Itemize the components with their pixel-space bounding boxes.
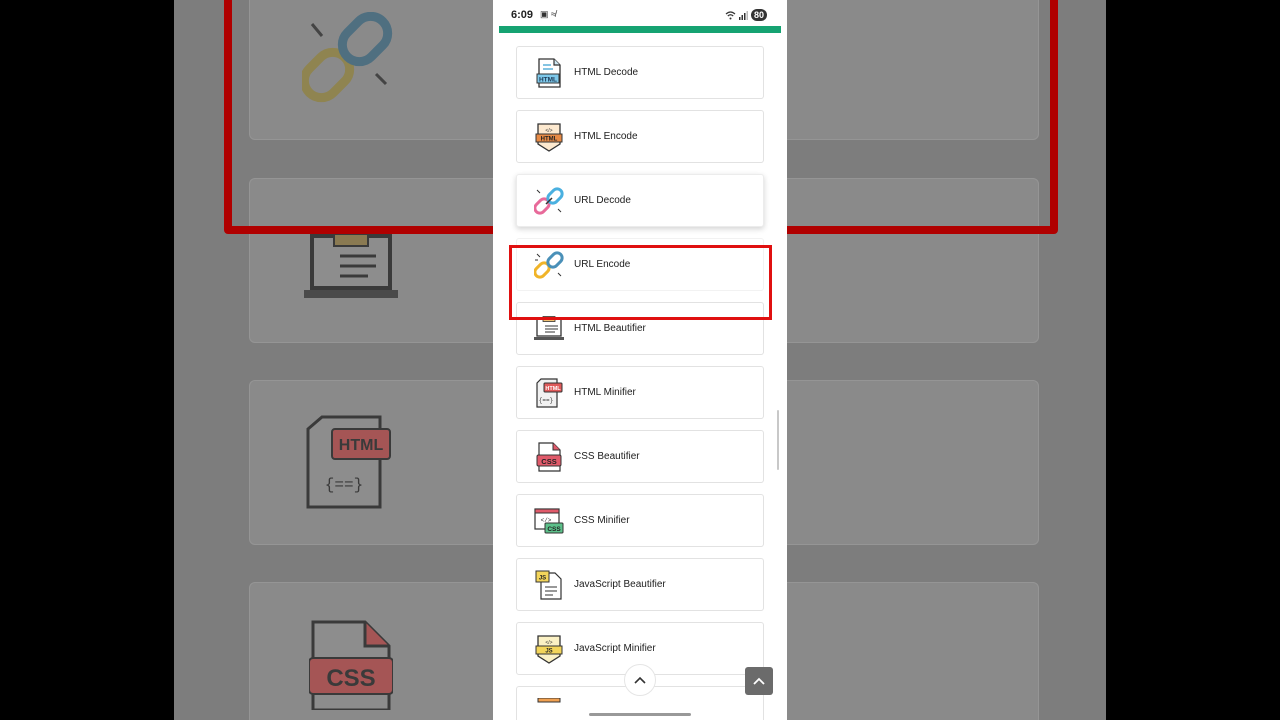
tool-card-javascript-beautifier[interactable]: JS JavaScript Beautifier xyxy=(516,558,764,611)
svg-text:HTML: HTML xyxy=(541,136,558,142)
bg-css-file-icon: CSS xyxy=(309,620,393,710)
header-accent-bar xyxy=(499,26,781,33)
tool-label: HTML Minifier xyxy=(574,387,636,398)
tool-card-url-decode[interactable]: URL Decode xyxy=(516,174,764,227)
svg-text:</>: </> xyxy=(545,640,552,646)
svg-text:{==}: {==} xyxy=(539,397,553,404)
tool-card-css-beautifier[interactable]: CSS CSS Beautifier xyxy=(516,430,764,483)
svg-text:</>: </> xyxy=(545,128,552,134)
highlight-box xyxy=(509,245,772,320)
file-icon xyxy=(534,697,564,720)
tool-label: JavaScript Beautifier xyxy=(574,579,666,590)
chevron-up-icon xyxy=(753,677,765,685)
javascript-beautifier-icon: JS xyxy=(534,570,564,600)
bg-html-file-icon: HTML {==} xyxy=(306,415,391,509)
svg-text:CSS: CSS xyxy=(541,457,556,466)
tool-label: CSS Beautifier xyxy=(574,451,640,462)
tool-card-css-minifier[interactable]: </> CSS CSS Minifier xyxy=(516,494,764,547)
html-encode-icon: HTML </> xyxy=(534,122,564,152)
bg-laptop-icon xyxy=(304,233,398,298)
svg-text:HTML: HTML xyxy=(339,437,384,454)
svg-text:CSS: CSS xyxy=(326,665,375,692)
javascript-minifier-icon: JS </> xyxy=(534,634,564,664)
svg-text:HTML: HTML xyxy=(545,386,561,392)
phone-screen: 6:09 ▣ ≉ 80 HTML HTML Decode HTML </> HT… xyxy=(493,0,787,720)
home-indicator[interactable] xyxy=(589,713,691,716)
tool-label: HTML Beautifier xyxy=(574,323,646,334)
signal-icon xyxy=(738,10,748,20)
status-time: 6:09 xyxy=(511,9,534,21)
scrollbar-thumb[interactable] xyxy=(777,410,779,470)
tool-card-html-decode[interactable]: HTML HTML Decode xyxy=(516,46,764,99)
tool-label: JavaScript Minifier xyxy=(574,643,656,654)
tool-label: HTML Decode xyxy=(574,67,639,78)
url-decode-icon xyxy=(534,186,564,216)
scroll-up-button[interactable] xyxy=(624,664,656,696)
back-to-top-button[interactable] xyxy=(745,667,773,695)
tool-card-html-encode[interactable]: HTML </> HTML Encode xyxy=(516,110,764,163)
battery-icon: 80 xyxy=(750,9,767,21)
wifi-icon xyxy=(725,10,736,19)
status-icons: 80 xyxy=(725,9,767,21)
svg-text:JS: JS xyxy=(539,575,546,581)
svg-text:HTML: HTML xyxy=(539,76,557,83)
status-bar: 6:09 ▣ ≉ 80 xyxy=(493,0,787,33)
svg-text:CSS: CSS xyxy=(547,526,561,533)
css-beautifier-icon: CSS xyxy=(534,441,564,472)
tool-label: HTML Encode xyxy=(574,131,638,142)
html-decode-icon: HTML xyxy=(534,57,564,88)
notification-icons: ▣ ≉ xyxy=(540,9,556,19)
html-minifier-icon: HTML {==} xyxy=(534,377,564,408)
tool-card-html-minifier[interactable]: HTML {==} HTML Minifier xyxy=(516,366,764,419)
svg-text:JS: JS xyxy=(545,648,552,654)
chevron-up-icon xyxy=(634,676,646,684)
tool-label: CSS Minifier xyxy=(574,515,630,526)
css-minifier-icon: </> CSS xyxy=(534,506,564,536)
svg-text:{==}: {==} xyxy=(325,476,363,494)
tool-label: URL Decode xyxy=(574,195,631,206)
